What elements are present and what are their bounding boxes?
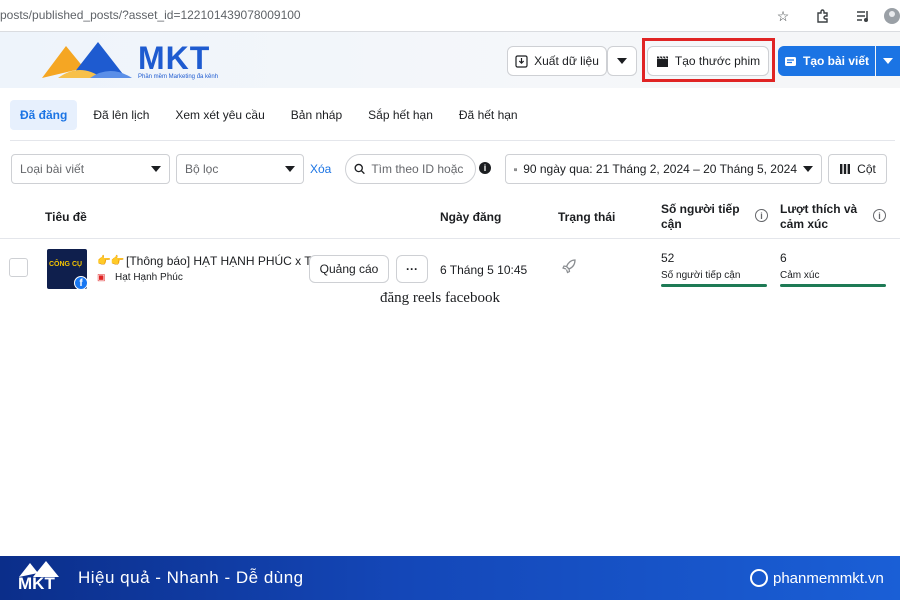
footer-logo: MKT — [18, 560, 64, 596]
column-header-reach[interactable]: Số người tiếp cận — [661, 202, 751, 232]
hand-emoji-icon: 👉👉 — [97, 255, 125, 267]
page-name: Hạt Hạnh Phúc — [115, 272, 183, 283]
footer-logo-text: MKT — [18, 574, 55, 593]
tab-review-requests[interactable]: Xem xét yêu cầu — [165, 100, 274, 130]
caption-text: đăng reels facebook — [380, 290, 500, 306]
search-icon — [354, 163, 365, 175]
tab-expiring[interactable]: Sắp hết hạn — [358, 100, 443, 130]
create-post-button[interactable]: Tạo bài viết — [778, 46, 875, 76]
post-icon — [784, 56, 796, 66]
boost-post-button[interactable]: Quảng cáo — [309, 255, 389, 283]
info-icon[interactable]: i — [873, 209, 886, 222]
reach-label: Số người tiếp cận — [661, 270, 741, 281]
thumbnail-text: CÔNG CỤ — [49, 261, 83, 268]
post-type-select[interactable]: Loại bài viết — [11, 154, 170, 184]
date-range-select[interactable]: 90 ngày qua: 21 Tháng 2, 2024 – 20 Tháng… — [505, 154, 822, 184]
reactions-label: Cảm xúc — [780, 270, 820, 281]
media-control-icon[interactable] — [853, 6, 873, 26]
tab-drafts[interactable]: Bản nháp — [281, 100, 352, 130]
tabs-divider — [10, 140, 895, 141]
filter-label: Bộ lọc — [185, 162, 219, 176]
chevron-down-icon — [617, 58, 627, 64]
logo-text: MKT — [138, 40, 211, 76]
profile-icon[interactable] — [882, 6, 900, 26]
clear-filter-link[interactable]: Xóa — [310, 162, 331, 176]
post-date: 6 Tháng 5 10:45 — [440, 263, 528, 277]
search-field[interactable]: Tìm theo ID hoặc c — [345, 154, 476, 184]
tab-published[interactable]: Đã đăng — [10, 100, 78, 130]
row-checkbox[interactable] — [9, 258, 28, 277]
mkt-logo: MKT Phần mềm Marketing đa kênh — [40, 38, 230, 84]
table-header-divider — [0, 238, 900, 239]
calendar-icon — [514, 167, 518, 171]
column-header-status[interactable]: Trạng thái — [558, 210, 615, 225]
browser-url-bar: posts/published_posts/?asset_id=12210143… — [0, 0, 900, 32]
create-post-label: Tạo bài viết — [802, 54, 870, 68]
facebook-icon: f — [74, 276, 88, 290]
reach-progress-bar — [661, 284, 767, 287]
post-status-tabs: Đã đăng Đã lên lịch Xem xét yêu cầu Bản … — [10, 100, 534, 130]
column-header-reactions[interactable]: Lượt thích và cảm xúc — [780, 202, 870, 232]
chevron-down-icon — [285, 166, 295, 172]
export-data-button[interactable]: Xuất dữ liệu — [507, 46, 607, 76]
more-icon: ··· — [406, 262, 418, 276]
columns-icon — [840, 164, 851, 174]
rocket-icon — [560, 257, 578, 280]
chevron-down-icon — [803, 166, 813, 172]
post-type-label: Loại bài viết — [20, 162, 85, 176]
post-title[interactable]: [Thông báo] HẠT HẠNH PHÚC x T... — [126, 254, 320, 268]
reactions-progress-bar — [780, 284, 886, 287]
column-header-date[interactable]: Ngày đăng — [440, 210, 501, 225]
export-data-label: Xuất dữ liệu — [534, 54, 599, 68]
columns-button[interactable]: Cột — [828, 154, 887, 184]
more-options-button[interactable]: ··· — [396, 255, 428, 283]
info-icon[interactable]: i — [479, 162, 491, 174]
chevron-down-icon — [883, 58, 893, 64]
url-text[interactable]: posts/published_posts/?asset_id=12210143… — [0, 8, 301, 22]
footer-slogan: Hiệu quả - Nhanh - Dễ dùng — [78, 568, 304, 587]
info-icon[interactable]: i — [755, 209, 768, 222]
tab-scheduled[interactable]: Đã lên lịch — [83, 100, 159, 130]
search-input[interactable]: Tìm theo ID hoặc c — [371, 162, 467, 176]
column-header-title[interactable]: Tiêu đề — [45, 210, 87, 225]
chevron-down-icon — [151, 166, 161, 172]
boost-label: Quảng cáo — [319, 262, 379, 276]
reactions-value: 6 — [780, 251, 787, 265]
download-icon — [515, 54, 528, 68]
extension-icon[interactable] — [813, 6, 833, 26]
date-range-label: 90 ngày qua: 21 Tháng 2, 2024 – 20 Tháng… — [523, 162, 797, 176]
mkt-logo-mark-icon — [42, 42, 132, 78]
columns-label: Cột — [857, 162, 876, 176]
create-post-dropdown[interactable] — [876, 46, 900, 76]
tab-expired[interactable]: Đã hết hạn — [449, 100, 528, 130]
highlight-box — [642, 38, 775, 82]
reach-value: 52 — [661, 251, 675, 265]
star-icon[interactable]: ☆ — [773, 6, 793, 26]
logo-subtitle: Phần mềm Marketing đa kênh — [138, 74, 219, 80]
export-options-dropdown[interactable] — [607, 46, 637, 76]
footer-banner: MKT Hiệu quả - Nhanh - Dễ dùng phanmemmk… — [0, 556, 900, 600]
filter-select[interactable]: Bộ lọc — [176, 154, 304, 184]
globe-icon — [750, 569, 768, 587]
footer-website[interactable]: phanmemmkt.vn — [773, 570, 884, 587]
page-icon: ▣ — [97, 272, 106, 282]
